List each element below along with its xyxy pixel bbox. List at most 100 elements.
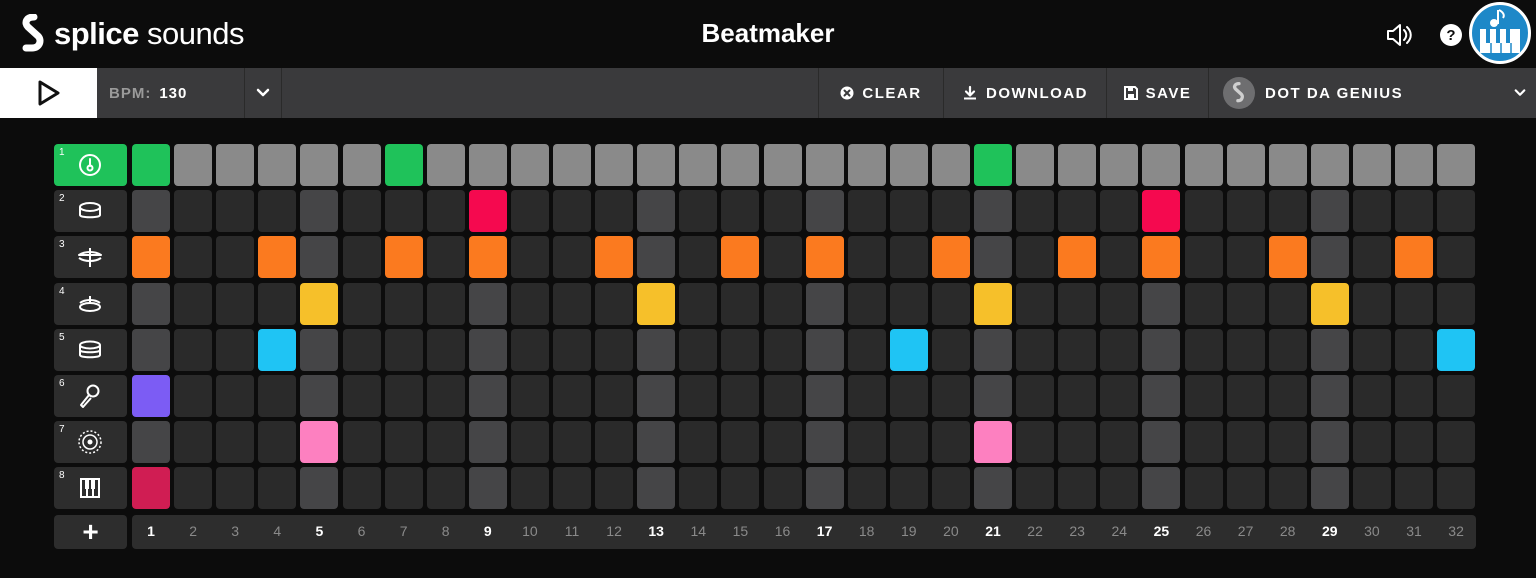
step-cell-r6-s19-off[interactable] bbox=[889, 375, 928, 417]
step-cell-r6-s32-off[interactable] bbox=[1437, 375, 1476, 417]
step-cell-r6-s22-off[interactable] bbox=[1016, 375, 1055, 417]
user-avatar[interactable] bbox=[1469, 2, 1531, 64]
step-cell-r5-s24-off[interactable] bbox=[1100, 328, 1139, 371]
track-button-7[interactable]: 7 bbox=[54, 421, 127, 464]
step-cell-r1-s23-off[interactable] bbox=[1058, 144, 1097, 186]
step-cell-r5-s31-off[interactable] bbox=[1395, 328, 1433, 371]
kit-selector[interactable]: DOT DA GENIUS bbox=[1208, 68, 1536, 118]
step-cell-r4-s3-off[interactable] bbox=[216, 282, 255, 325]
step-cell-r1-s30-off[interactable] bbox=[1352, 144, 1391, 186]
step-cell-r6-s27-off[interactable] bbox=[1226, 375, 1265, 417]
step-cell-r2-s31-off[interactable] bbox=[1395, 190, 1433, 233]
step-cell-r3-s5-off[interactable] bbox=[300, 236, 339, 279]
step-cell-r4-s10-off[interactable] bbox=[510, 282, 549, 325]
step-cell-r4-s32-off[interactable] bbox=[1437, 282, 1476, 325]
step-cell-r4-s20-off[interactable] bbox=[931, 282, 970, 325]
step-cell-r2-s26-off[interactable] bbox=[1184, 190, 1223, 233]
step-cell-r8-s18-off[interactable] bbox=[847, 467, 886, 510]
step-cell-r1-s19-off[interactable] bbox=[889, 144, 928, 186]
step-cell-r3-s24-off[interactable] bbox=[1100, 236, 1139, 279]
step-cell-r1-s16-off[interactable] bbox=[763, 144, 802, 186]
step-cell-r7-s3-off[interactable] bbox=[216, 421, 255, 464]
step-cell-r4-s17-off[interactable] bbox=[805, 282, 844, 325]
step-cell-r2-s3-off[interactable] bbox=[216, 190, 255, 233]
step-cell-r8-s29-off[interactable] bbox=[1310, 467, 1349, 510]
step-cell-r8-s30-off[interactable] bbox=[1352, 467, 1391, 510]
step-cell-r8-s21-off[interactable] bbox=[974, 467, 1012, 510]
step-cell-r1-s21-on[interactable] bbox=[974, 144, 1012, 186]
step-cell-r2-s17-off[interactable] bbox=[805, 190, 844, 233]
step-cell-r6-s31-off[interactable] bbox=[1395, 375, 1433, 417]
step-cell-r8-s28-off[interactable] bbox=[1268, 467, 1307, 510]
step-cell-r1-s28-off[interactable] bbox=[1268, 144, 1307, 186]
step-cell-r4-s21-on[interactable] bbox=[974, 282, 1012, 325]
step-cell-r8-s15-off[interactable] bbox=[721, 467, 760, 510]
step-cell-r8-s16-off[interactable] bbox=[763, 467, 802, 510]
step-cell-r4-s1-off[interactable] bbox=[132, 282, 170, 325]
step-cell-r3-s10-off[interactable] bbox=[510, 236, 549, 279]
track-button-1[interactable]: 1 bbox=[54, 144, 127, 186]
step-cell-r7-s30-off[interactable] bbox=[1352, 421, 1391, 464]
track-button-5[interactable]: 5 bbox=[54, 328, 127, 371]
step-cell-r1-s29-off[interactable] bbox=[1310, 144, 1349, 186]
step-cell-r4-s19-off[interactable] bbox=[889, 282, 928, 325]
step-cell-r6-s21-off[interactable] bbox=[974, 375, 1012, 417]
save-button[interactable]: SAVE bbox=[1106, 68, 1208, 118]
step-cell-r7-s10-off[interactable] bbox=[510, 421, 549, 464]
step-cell-r2-s9-on[interactable] bbox=[468, 190, 507, 233]
step-cell-r2-s6-off[interactable] bbox=[342, 190, 381, 233]
step-cell-r2-s13-off[interactable] bbox=[637, 190, 676, 233]
speaker-icon[interactable] bbox=[1384, 20, 1414, 50]
step-cell-r6-s2-off[interactable] bbox=[174, 375, 213, 417]
step-cell-r7-s5-on[interactable] bbox=[300, 421, 339, 464]
step-cell-r5-s18-off[interactable] bbox=[847, 328, 886, 371]
step-cell-r7-s29-off[interactable] bbox=[1310, 421, 1349, 464]
step-cell-r2-s25-on[interactable] bbox=[1142, 190, 1181, 233]
step-cell-r4-s11-off[interactable] bbox=[553, 282, 591, 325]
step-cell-r4-s7-off[interactable] bbox=[384, 282, 423, 325]
step-cell-r5-s32-on[interactable] bbox=[1437, 328, 1476, 371]
step-cell-r6-s20-off[interactable] bbox=[931, 375, 970, 417]
step-cell-r5-s25-off[interactable] bbox=[1142, 328, 1181, 371]
step-cell-r5-s11-off[interactable] bbox=[553, 328, 591, 371]
step-cell-r7-s7-off[interactable] bbox=[384, 421, 423, 464]
step-cell-r1-s22-off[interactable] bbox=[1016, 144, 1055, 186]
step-cell-r6-s25-off[interactable] bbox=[1142, 375, 1181, 417]
step-cell-r6-s7-off[interactable] bbox=[384, 375, 423, 417]
step-cell-r8-s3-off[interactable] bbox=[216, 467, 255, 510]
step-cell-r7-s16-off[interactable] bbox=[763, 421, 802, 464]
step-cell-r5-s5-off[interactable] bbox=[300, 328, 339, 371]
help-icon[interactable]: ? bbox=[1436, 20, 1466, 50]
step-cell-r3-s7-on[interactable] bbox=[384, 236, 423, 279]
step-cell-r8-s27-off[interactable] bbox=[1226, 467, 1265, 510]
step-cell-r6-s28-off[interactable] bbox=[1268, 375, 1307, 417]
step-cell-r5-s2-off[interactable] bbox=[174, 328, 213, 371]
step-cell-r5-s8-off[interactable] bbox=[426, 328, 465, 371]
step-cell-r1-s13-off[interactable] bbox=[637, 144, 676, 186]
step-cell-r1-s11-off[interactable] bbox=[553, 144, 591, 186]
step-cell-r8-s20-off[interactable] bbox=[931, 467, 970, 510]
step-cell-r4-s28-off[interactable] bbox=[1268, 282, 1307, 325]
step-cell-r3-s31-on[interactable] bbox=[1395, 236, 1433, 279]
bpm-field[interactable]: BPM: 130 bbox=[97, 68, 244, 118]
step-cell-r6-s12-off[interactable] bbox=[595, 375, 634, 417]
step-cell-r3-s21-off[interactable] bbox=[974, 236, 1012, 279]
step-cell-r5-s23-off[interactable] bbox=[1058, 328, 1097, 371]
step-cell-r4-s4-off[interactable] bbox=[258, 282, 297, 325]
step-cell-r4-s9-off[interactable] bbox=[468, 282, 507, 325]
step-cell-r7-s27-off[interactable] bbox=[1226, 421, 1265, 464]
step-cell-r1-s1-on[interactable] bbox=[132, 144, 170, 186]
step-cell-r3-s3-off[interactable] bbox=[216, 236, 255, 279]
step-cell-r3-s8-off[interactable] bbox=[426, 236, 465, 279]
step-cell-r3-s11-off[interactable] bbox=[553, 236, 591, 279]
step-cell-r5-s1-off[interactable] bbox=[132, 328, 170, 371]
step-cell-r6-s16-off[interactable] bbox=[763, 375, 802, 417]
step-cell-r3-s1-on[interactable] bbox=[132, 236, 170, 279]
step-cell-r6-s18-off[interactable] bbox=[847, 375, 886, 417]
step-cell-r3-s12-on[interactable] bbox=[595, 236, 634, 279]
step-cell-r8-s1-on[interactable] bbox=[132, 467, 170, 510]
step-cell-r4-s31-off[interactable] bbox=[1395, 282, 1433, 325]
track-button-2[interactable]: 2 bbox=[54, 190, 127, 233]
step-cell-r7-s11-off[interactable] bbox=[553, 421, 591, 464]
step-cell-r7-s17-off[interactable] bbox=[805, 421, 844, 464]
